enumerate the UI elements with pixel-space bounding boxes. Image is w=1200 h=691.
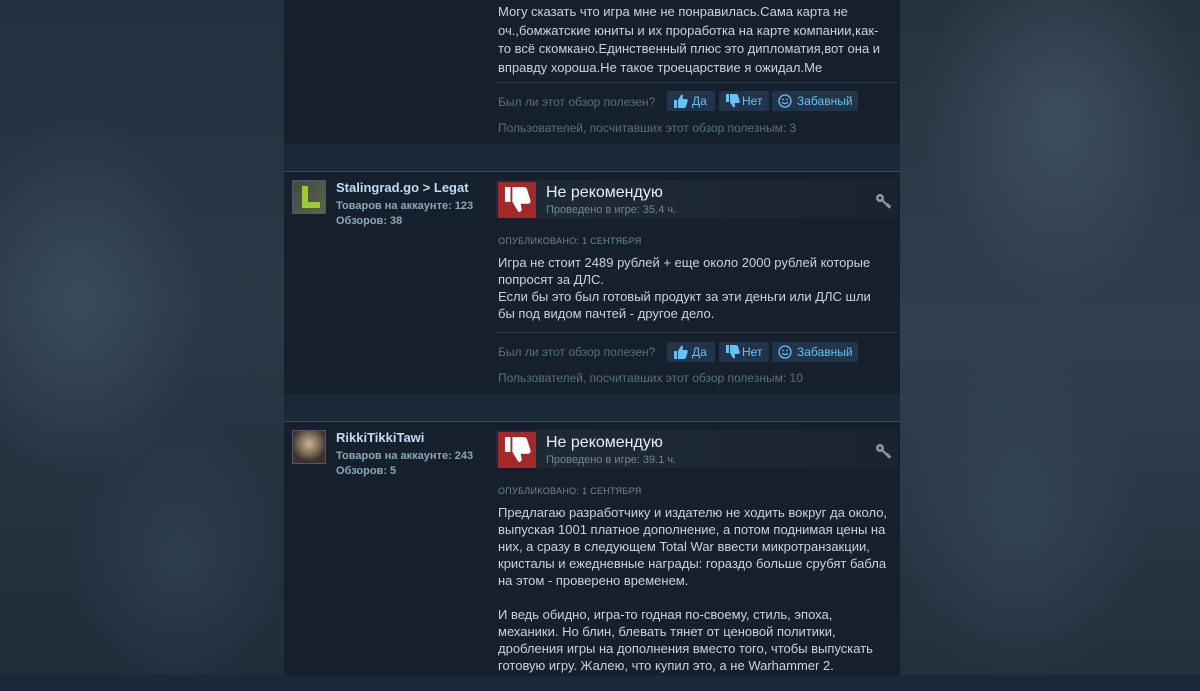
background-right (900, 0, 1200, 675)
hours-played: Проведено в игре: 39.1 ч. (546, 454, 677, 466)
author-reviews[interactable]: Обзоров: 5 (336, 465, 396, 477)
helpful-question: Был ли этот обзор полезен? (498, 345, 656, 359)
review-paragraph: Предлагаю разработчику и издателю не ход… (498, 505, 888, 588)
review-card-2: Stalingrad.go > Legat Товаров на аккаунт… (284, 171, 900, 394)
review-card-3: RikkiTikkiTawi Товаров на аккаунте: 243 … (284, 421, 900, 676)
posted-date: ОПУБЛИКОВАНО: 1 СЕНТЯБРЯ (498, 236, 642, 246)
smiley-icon (778, 345, 792, 359)
verdict-title: Не рекомендую (546, 184, 663, 201)
vote-no-label: Нет (742, 94, 763, 108)
vote-yes-label: Да (692, 94, 707, 108)
helpful-count: Пользователей, посчитавших этот обзор по… (498, 121, 797, 135)
review-text-line: Если бы это был готовый продукт за эти д… (498, 289, 871, 321)
review-paragraph: И ведь обидно, игра-то годная по-своему,… (498, 607, 873, 673)
thumbs-down-icon (504, 187, 531, 212)
key-icon (876, 194, 892, 209)
review-text: Игра не стоит 2489 рублей + еще около 20… (498, 254, 888, 322)
vote-yes-button[interactable]: Да (667, 91, 715, 111)
vote-yes-label: Да (692, 345, 707, 359)
vote-yes-button[interactable]: Да (667, 342, 715, 362)
review-text-line: Игра не стоит 2489 рублей + еще около 20… (498, 255, 871, 287)
vote-funny-label: Забавный (797, 94, 853, 108)
smiley-icon (778, 94, 792, 108)
thumbs-down-badge (498, 432, 536, 468)
review-text: Могу сказать что игра мне не понравилась… (498, 4, 881, 75)
vote-no-button[interactable]: Нет (719, 91, 769, 111)
vote-no-button[interactable]: Нет (719, 342, 769, 362)
hours-played: Проведено в игре: 35.4 ч. (546, 204, 677, 216)
thumbs-up-icon (674, 345, 688, 359)
background-left (0, 0, 284, 675)
author-name[interactable]: Stalingrad.go > Legat (336, 180, 469, 195)
author-products[interactable]: Товаров на аккаунте: 123 (336, 200, 473, 212)
review-card-1: Могу сказать что игра мне не понравилась… (284, 0, 900, 144)
thumbs-down-icon (726, 345, 740, 359)
posted-date: ОПУБЛИКОВАНО: 1 СЕНТЯБРЯ (498, 486, 642, 496)
thumbs-down-badge (498, 182, 536, 218)
divider (496, 82, 898, 83)
divider (496, 332, 898, 333)
helpful-question: Был ли этот обзор полезен? (498, 95, 656, 109)
vote-no-label: Нет (742, 345, 763, 359)
vote-funny-button[interactable]: Забавный (772, 91, 858, 111)
verdict-title: Не рекомендую (546, 434, 663, 451)
verdict-header[interactable]: Не рекомендую Проведено в игре: 39.1 ч. (496, 430, 898, 468)
thumbs-down-icon (504, 437, 531, 462)
author-reviews[interactable]: Обзоров: 38 (336, 215, 402, 227)
verdict-header[interactable]: Не рекомендую Проведено в игре: 35.4 ч. (496, 180, 898, 218)
avatar[interactable] (292, 180, 326, 214)
vote-funny-button[interactable]: Забавный (772, 342, 858, 362)
thumbs-down-icon (726, 94, 740, 108)
review-text: Предлагаю разработчику и издателю не ход… (498, 504, 888, 691)
key-icon (876, 444, 892, 459)
helpful-count: Пользователей, посчитавших этот обзор по… (498, 371, 803, 385)
author-products[interactable]: Товаров на аккаунте: 243 (336, 450, 473, 462)
avatar[interactable] (292, 430, 326, 464)
thumbs-up-icon (674, 94, 688, 108)
author-name[interactable]: RikkiTikkiTawi (336, 430, 424, 445)
vote-funny-label: Забавный (797, 345, 853, 359)
